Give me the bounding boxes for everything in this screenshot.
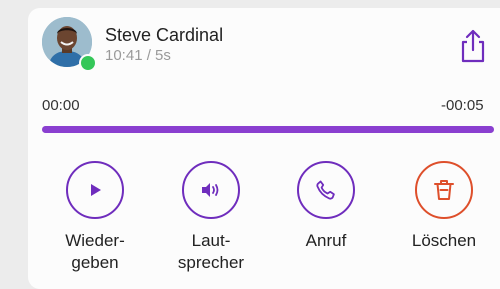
play-button-circle[interactable]	[66, 161, 124, 219]
play-label: Wieder- geben	[65, 231, 125, 272]
call-label: Anruf	[305, 231, 347, 250]
remaining-time: -00:05	[441, 97, 484, 114]
delete-button-circle[interactable]	[415, 161, 473, 219]
delete-label: Löschen	[411, 231, 477, 250]
elapsed-time: 00:00	[42, 97, 80, 114]
playback-progress-fill	[42, 126, 494, 133]
phone-icon	[316, 180, 335, 200]
speaker-icon	[202, 183, 219, 197]
caller-name: Steve Cardinal	[105, 25, 224, 45]
delete-button[interactable]: Löschen	[389, 161, 499, 252]
play-icon	[91, 184, 101, 196]
speaker-button[interactable]: Laut- sprecher	[156, 161, 266, 274]
speaker-button-circle[interactable]	[182, 161, 240, 219]
speaker-label: Laut- sprecher	[177, 231, 245, 272]
call-button[interactable]: Anruf	[271, 161, 381, 252]
trash-icon	[434, 180, 454, 200]
presence-indicator	[79, 54, 97, 72]
share-icon	[461, 29, 485, 63]
play-button[interactable]: Wieder- geben	[40, 161, 150, 274]
share-button[interactable]	[458, 28, 488, 64]
playback-progress-bar[interactable]	[42, 126, 494, 133]
call-button-circle[interactable]	[297, 161, 355, 219]
call-time-duration: 10:41 / 5s	[105, 47, 171, 64]
